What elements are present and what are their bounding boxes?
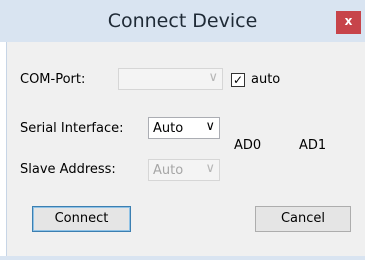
close-button[interactable]: x (336, 11, 361, 34)
auto-checkbox[interactable]: ✓ (231, 73, 245, 87)
ad0-label: AD0 (234, 138, 262, 153)
com-port-label: COM-Port: (20, 72, 86, 87)
window-frame-bottom (0, 256, 365, 260)
window-title: Connect Device (107, 10, 258, 32)
serial-interface-label: Serial Interface: (20, 121, 124, 136)
auto-label: auto (251, 72, 281, 87)
serial-interface-value: Auto (153, 121, 184, 136)
serial-interface-select[interactable]: Auto ∨ (148, 117, 220, 139)
title-bar[interactable]: Connect Device x (0, 0, 365, 42)
connect-device-window: Connect Device x COM-Port: ∨ ✓ auto Seri… (0, 0, 365, 260)
ad1-label: AD1 (299, 138, 327, 153)
com-port-select[interactable]: ∨ (118, 68, 223, 90)
cancel-button[interactable]: Cancel (255, 206, 351, 232)
chevron-down-icon: ∨ (208, 70, 218, 85)
connect-button[interactable]: Connect (32, 206, 131, 232)
chevron-down-icon: ∨ (205, 161, 215, 176)
slave-address-select[interactable]: Auto ∨ (148, 159, 220, 181)
chevron-down-icon: ∨ (205, 119, 215, 134)
checkmark-icon: ✓ (232, 73, 244, 87)
slave-address-value: Auto (153, 163, 184, 178)
slave-address-label: Slave Address: (20, 162, 116, 177)
